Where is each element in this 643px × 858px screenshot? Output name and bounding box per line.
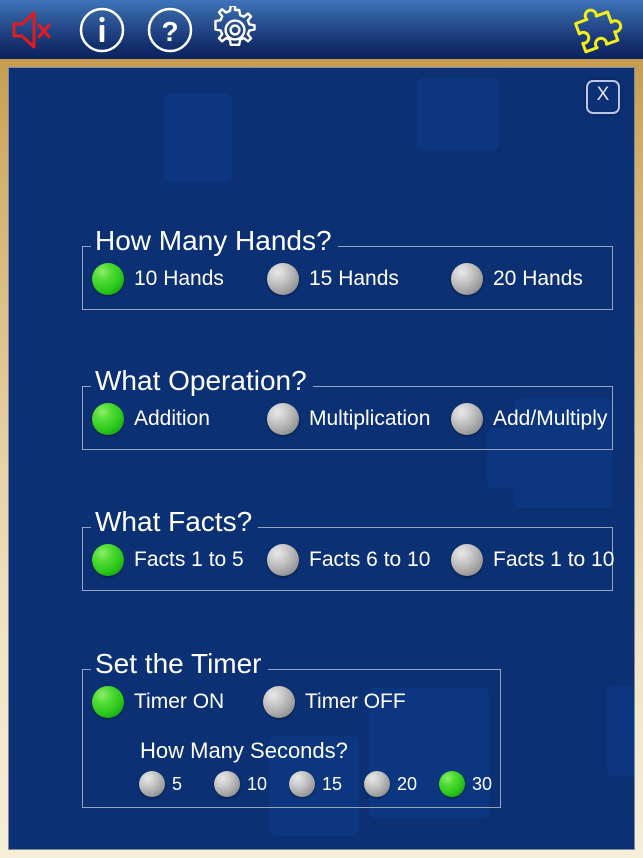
background-shape bbox=[607, 686, 634, 776]
radio-indicator[interactable] bbox=[364, 771, 390, 797]
option-seconds-30[interactable]: 30 bbox=[439, 771, 492, 797]
radio-indicator[interactable] bbox=[289, 771, 315, 797]
group-what-operation: What Operation? Addition Multiplication … bbox=[82, 365, 613, 450]
option-hands-15[interactable]: 15 Hands bbox=[267, 263, 399, 295]
option-label: Multiplication bbox=[309, 407, 431, 430]
option-label: 20 bbox=[397, 774, 418, 794]
option-seconds-20[interactable]: 20 bbox=[364, 771, 417, 797]
radio-indicator[interactable] bbox=[92, 263, 124, 295]
radio-indicator[interactable] bbox=[439, 771, 465, 797]
gear-icon[interactable] bbox=[211, 4, 259, 54]
option-label: Timer OFF bbox=[305, 690, 406, 713]
svg-text:?: ? bbox=[161, 16, 178, 47]
option-label: 10 Hands bbox=[134, 267, 224, 290]
group-set-the-timer: Set the Timer Timer ON Timer OFF How Man… bbox=[82, 648, 501, 808]
option-hands-20[interactable]: 20 Hands bbox=[451, 263, 583, 295]
option-timer-off[interactable]: Timer OFF bbox=[263, 686, 406, 718]
option-label: Facts 1 to 5 bbox=[134, 548, 244, 571]
radio-indicator[interactable] bbox=[267, 263, 299, 295]
background-shape bbox=[164, 93, 232, 183]
radio-indicator[interactable] bbox=[267, 403, 299, 435]
option-label: Facts 6 to 10 bbox=[309, 548, 431, 571]
radio-indicator[interactable] bbox=[139, 771, 165, 797]
option-facts-6-to-10[interactable]: Facts 6 to 10 bbox=[267, 544, 430, 576]
group-what-facts: What Facts? Facts 1 to 5 Facts 6 to 10 F… bbox=[82, 506, 614, 591]
radio-indicator[interactable] bbox=[92, 686, 124, 718]
radio-indicator[interactable] bbox=[92, 544, 124, 576]
option-hands-10[interactable]: 10 Hands bbox=[92, 263, 224, 295]
option-label: 20 Hands bbox=[493, 267, 583, 290]
dialog-frame: X How Many Hands? 10 Hands 15 Hands 20 H… bbox=[0, 59, 643, 858]
help-icon[interactable]: ? bbox=[146, 6, 194, 54]
puzzle-icon[interactable] bbox=[565, 5, 627, 55]
option-operation-addition[interactable]: Addition bbox=[92, 403, 210, 435]
option-operation-add-multiply[interactable]: Add/Multiply bbox=[451, 403, 607, 435]
settings-panel: X How Many Hands? 10 Hands 15 Hands 20 H… bbox=[8, 67, 635, 850]
group-legend: What Operation? bbox=[91, 365, 313, 397]
radio-indicator[interactable] bbox=[214, 771, 240, 797]
option-label: Addition bbox=[134, 407, 210, 430]
group-legend: Set the Timer bbox=[91, 648, 268, 680]
radio-indicator[interactable] bbox=[451, 263, 483, 295]
radio-indicator[interactable] bbox=[451, 544, 483, 576]
option-seconds-15[interactable]: 15 bbox=[289, 771, 342, 797]
option-label: Facts 1 to 10 bbox=[493, 548, 615, 571]
option-operation-multiplication[interactable]: Multiplication bbox=[267, 403, 430, 435]
option-label: 5 bbox=[172, 774, 183, 794]
option-seconds-10[interactable]: 10 bbox=[214, 771, 267, 797]
option-facts-1-to-10[interactable]: Facts 1 to 10 bbox=[451, 544, 614, 576]
radio-indicator[interactable] bbox=[267, 544, 299, 576]
option-seconds-5[interactable]: 5 bbox=[139, 771, 182, 797]
option-label: Add/Multiply bbox=[493, 407, 608, 430]
radio-indicator[interactable] bbox=[451, 403, 483, 435]
option-label: Timer ON bbox=[134, 690, 225, 713]
group-legend: How Many Hands? bbox=[91, 225, 338, 257]
option-label: 15 bbox=[322, 774, 343, 794]
close-button[interactable]: X bbox=[586, 80, 620, 114]
radio-indicator[interactable] bbox=[92, 403, 124, 435]
top-toolbar: ? bbox=[0, 0, 643, 59]
info-icon[interactable] bbox=[78, 6, 126, 54]
radio-indicator[interactable] bbox=[263, 686, 295, 718]
background-shape bbox=[417, 78, 499, 150]
group-legend: What Facts? bbox=[91, 506, 259, 538]
option-timer-on[interactable]: Timer ON bbox=[92, 686, 224, 718]
option-facts-1-to-5[interactable]: Facts 1 to 5 bbox=[92, 544, 244, 576]
option-label: 30 bbox=[472, 774, 493, 794]
mute-icon[interactable] bbox=[8, 6, 56, 54]
seconds-heading: How Many Seconds? bbox=[140, 738, 348, 763]
group-how-many-hands: How Many Hands? 10 Hands 15 Hands 20 Han… bbox=[82, 225, 613, 310]
option-label: 10 bbox=[247, 774, 268, 794]
option-label: 15 Hands bbox=[309, 267, 399, 290]
